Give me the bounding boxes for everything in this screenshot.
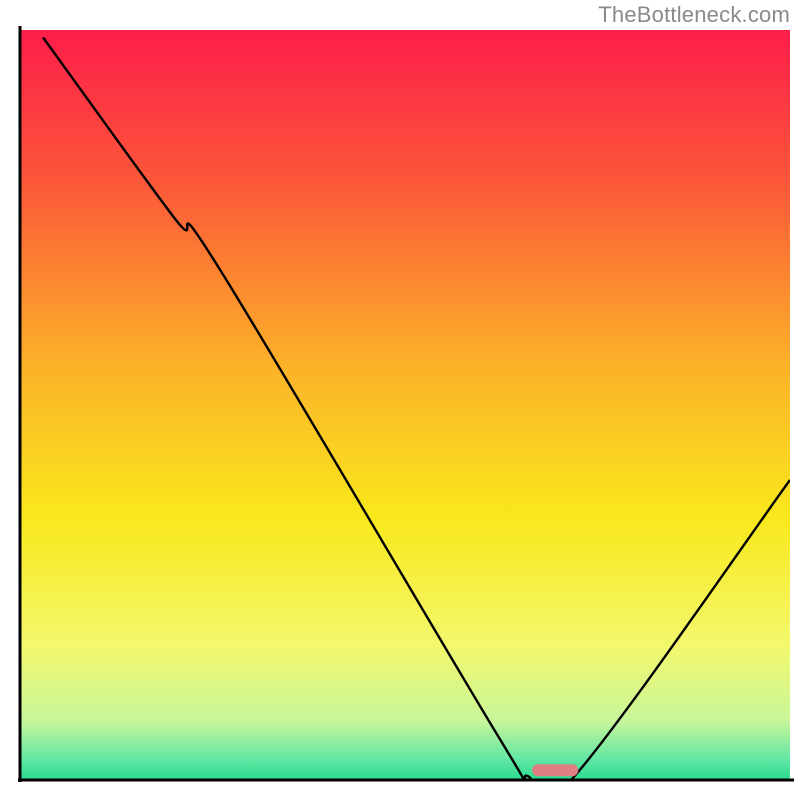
optimal-marker bbox=[532, 764, 578, 776]
chart-container: TheBottleneck.com bbox=[0, 0, 800, 800]
watermark-text: TheBottleneck.com bbox=[598, 2, 790, 28]
gradient-background bbox=[20, 30, 790, 780]
bottleneck-chart bbox=[0, 0, 800, 800]
